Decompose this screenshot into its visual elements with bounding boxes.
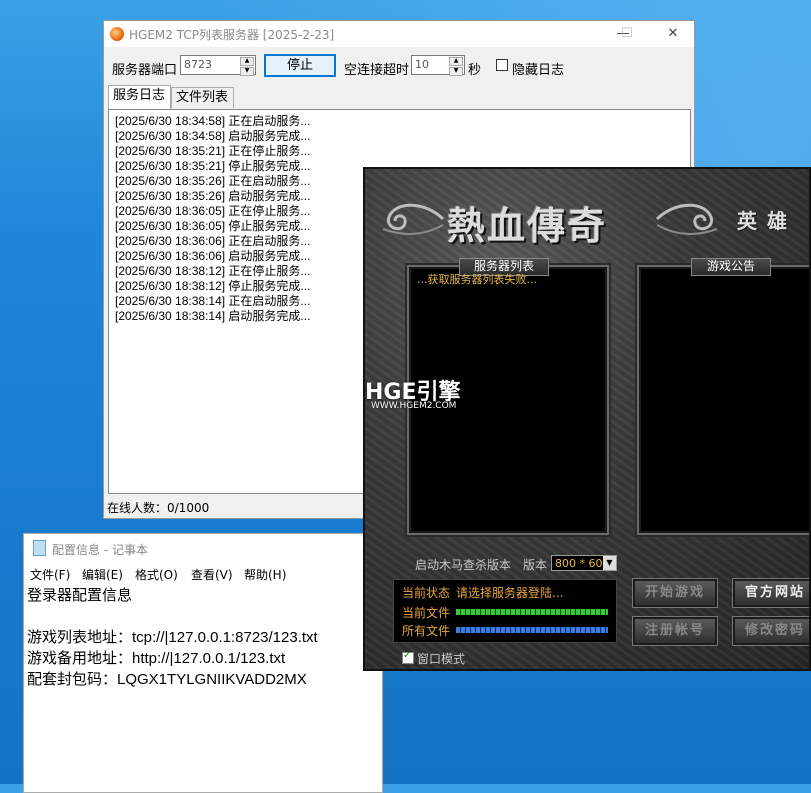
- status-value: 请选择服务器登陆...: [456, 586, 564, 600]
- port-value: 8723: [184, 58, 212, 71]
- text-line: 游戏备用地址：http://|127.0.0.1/123.txt: [27, 650, 286, 667]
- tab-file-list[interactable]: 文件列表: [171, 87, 234, 108]
- spin-down-icon[interactable]: ▼: [240, 67, 254, 76]
- log-line: [2025/6/30 18:34:58] 正在启动服务...: [115, 114, 311, 128]
- version-value: 800 * 60: [555, 557, 603, 570]
- spin-down-icon[interactable]: ▼: [449, 67, 463, 76]
- current-file-label: 当前文件: [402, 606, 451, 620]
- swirl-ornament-icon: [382, 203, 445, 235]
- text-line: 配套封包码：LQGX1TYLGNIIKVADD2MX: [27, 671, 307, 688]
- swirl-ornament-icon: [655, 203, 718, 235]
- maximize-icon[interactable]: ☐: [616, 24, 638, 44]
- timeout-unit: 秒: [468, 63, 482, 78]
- window-mode-checkbox[interactable]: [402, 650, 414, 664]
- window-title: HGEM2 TCP列表服务器 [2025-2-23]: [129, 28, 335, 42]
- hide-log-checkbox[interactable]: [496, 59, 508, 71]
- chevron-down-icon[interactable]: ▼: [603, 556, 616, 570]
- text-area[interactable]: 登录器配置信息 游戏列表地址：tcp://|127.0.0.1:8723/123…: [27, 585, 318, 690]
- server-list-error: ...获取服务器列表失败...: [417, 273, 537, 286]
- text-line: 登录器配置信息: [27, 587, 133, 604]
- current-file-progress: [456, 609, 608, 615]
- status-panel: 当前状态 请选择服务器登陆... 当前文件 所有文件: [393, 579, 617, 643]
- official-site-button[interactable]: 官方网站: [732, 578, 809, 608]
- stop-button[interactable]: 停止: [264, 54, 336, 77]
- change-password-button[interactable]: 修改密码: [732, 616, 809, 646]
- menu-view[interactable]: 查看(V): [191, 566, 233, 583]
- register-button[interactable]: 注册帐号: [632, 616, 718, 646]
- menu-bar: 文件(F) 编辑(E) 格式(O) 查看(V) 帮助(H): [24, 563, 382, 583]
- notice-panel[interactable]: 游戏公告: [637, 258, 809, 535]
- online-count-status: 在线人数：0/1000: [107, 501, 210, 515]
- app-icon: [110, 27, 124, 41]
- antivirus-label: 启动木马查杀版本: [415, 558, 512, 572]
- close-icon[interactable]: ✕: [662, 24, 684, 44]
- spin-up-icon[interactable]: ▲: [449, 57, 463, 66]
- title-bar[interactable]: 配置信息 - 记事本: [24, 534, 382, 562]
- menu-edit[interactable]: 编辑(E): [82, 566, 123, 583]
- timeout-value: 10: [415, 58, 429, 71]
- title-bar[interactable]: HGEM2 TCP列表服务器 [2025-2-23] — ☐ ✕: [104, 21, 694, 47]
- text-line: [27, 606, 318, 627]
- hge-watermark-url: WWW.HGEM2.COM: [371, 401, 457, 411]
- start-game-button[interactable]: 开始游戏: [632, 578, 718, 608]
- notepad-icon: [33, 540, 46, 556]
- menu-format[interactable]: 格式(O): [135, 566, 178, 583]
- version-label: 版本: [523, 558, 548, 572]
- log-line: [2025/6/30 18:34:58] 启动服务完成...: [115, 129, 311, 143]
- all-files-progress: [456, 627, 608, 633]
- all-files-label: 所有文件: [402, 624, 451, 638]
- port-input[interactable]: 8723 ▲ ▼: [180, 55, 256, 76]
- menu-file[interactable]: 文件(F): [30, 566, 70, 583]
- notice-title: 游戏公告: [691, 258, 771, 276]
- menu-help[interactable]: 帮助(H): [244, 566, 286, 583]
- game-logo: 熱血傳奇: [447, 203, 608, 248]
- status-label: 当前状态: [402, 586, 451, 600]
- log-line: [2025/6/30 18:35:21] 正在停止服务...: [115, 144, 311, 158]
- notepad-window: 配置信息 - 记事本 文件(F) 编辑(E) 格式(O) 查看(V) 帮助(H)…: [23, 533, 383, 793]
- spin-up-icon[interactable]: ▲: [240, 57, 254, 66]
- timeout-spinner[interactable]: ▲ ▼: [449, 57, 463, 76]
- game-logo-subtitle: 英雄: [737, 209, 797, 233]
- window-title: 配置信息 - 记事本: [52, 543, 148, 557]
- port-label: 服务器端口: [112, 63, 178, 78]
- game-launcher-window: 熱血傳奇 英雄 服务器列表 ...获取服务器列表失败... 游戏公告 HGE引擎…: [363, 167, 811, 671]
- window-mode-label[interactable]: 窗口模式: [417, 650, 465, 667]
- text-line: 游戏列表地址：tcp://|127.0.0.1:8723/123.txt: [27, 629, 318, 646]
- version-select[interactable]: 800 * 60 ▼: [551, 555, 617, 571]
- timeout-label: 空连接超时: [344, 63, 410, 78]
- port-spinner[interactable]: ▲ ▼: [240, 57, 254, 76]
- tab-service-log[interactable]: 服务日志: [108, 85, 171, 109]
- toolbar: 服务器端口 8723 ▲ ▼ 停止 空连接超时 10 ▲ ▼ 秒 隐藏日志: [104, 51, 694, 81]
- timeout-input[interactable]: 10 ▲ ▼: [411, 55, 465, 76]
- hide-log-label[interactable]: 隐藏日志: [512, 59, 564, 78]
